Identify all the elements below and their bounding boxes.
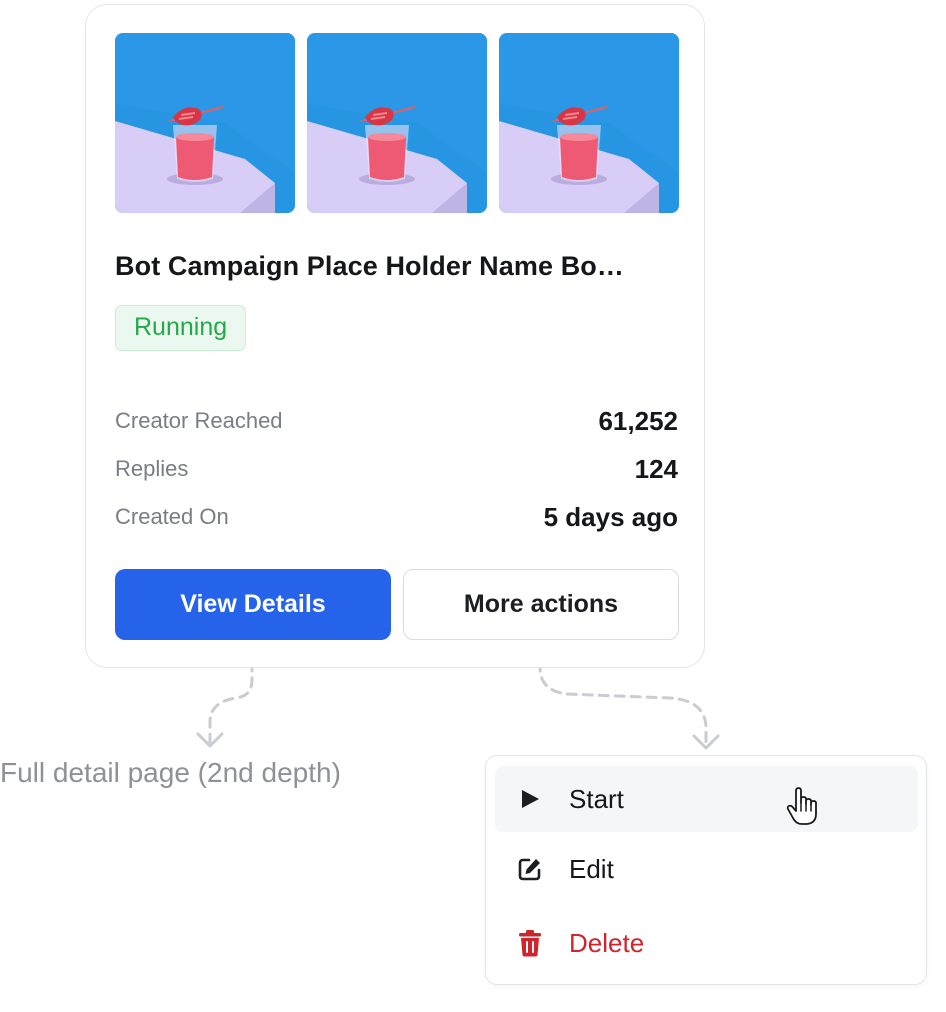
stat-label: Creator Reached bbox=[115, 408, 283, 433]
annotation-label: Full detail page (2nd depth) bbox=[0, 757, 341, 788]
thumbnail-image bbox=[499, 33, 679, 213]
edit-icon bbox=[515, 854, 545, 884]
trash-icon bbox=[515, 928, 545, 958]
menu-item-start[interactable]: Start bbox=[495, 766, 918, 832]
stat-value: 124 bbox=[634, 453, 678, 484]
status-badge: Running bbox=[115, 305, 247, 351]
stat-label: Created On bbox=[115, 504, 229, 529]
thumbnail-image bbox=[307, 33, 487, 213]
actions-menu: Start Edit Delete bbox=[485, 755, 927, 985]
stat-row-replies: Replies 124 bbox=[115, 445, 678, 493]
stats-list: Creator Reached 61,252 Replies 124 Creat… bbox=[115, 397, 678, 541]
menu-item-label: Delete bbox=[569, 927, 645, 958]
play-icon bbox=[515, 784, 545, 814]
menu-item-edit[interactable]: Edit bbox=[495, 836, 918, 902]
thumbnail-image bbox=[115, 33, 295, 213]
more-actions-button[interactable]: More actions bbox=[403, 569, 679, 640]
menu-item-delete[interactable]: Delete bbox=[495, 910, 918, 976]
stat-label: Replies bbox=[115, 456, 189, 481]
stat-value: 5 days ago bbox=[543, 501, 678, 532]
campaign-title: Bot Campaign Place Holder Name Bo… bbox=[115, 251, 625, 281]
thumbnail-gallery bbox=[115, 33, 679, 213]
hand-pointer-icon bbox=[785, 787, 819, 832]
menu-item-label: Start bbox=[569, 783, 624, 814]
campaign-card: Bot Campaign Place Holder Name Bo… Runni… bbox=[85, 4, 705, 668]
stat-row-created-on: Created On 5 days ago bbox=[115, 493, 678, 541]
stat-value: 61,252 bbox=[598, 405, 678, 436]
view-details-button[interactable]: View Details bbox=[115, 569, 391, 640]
menu-item-label: Edit bbox=[569, 853, 614, 884]
stat-row-creator-reached: Creator Reached 61,252 bbox=[115, 397, 678, 445]
